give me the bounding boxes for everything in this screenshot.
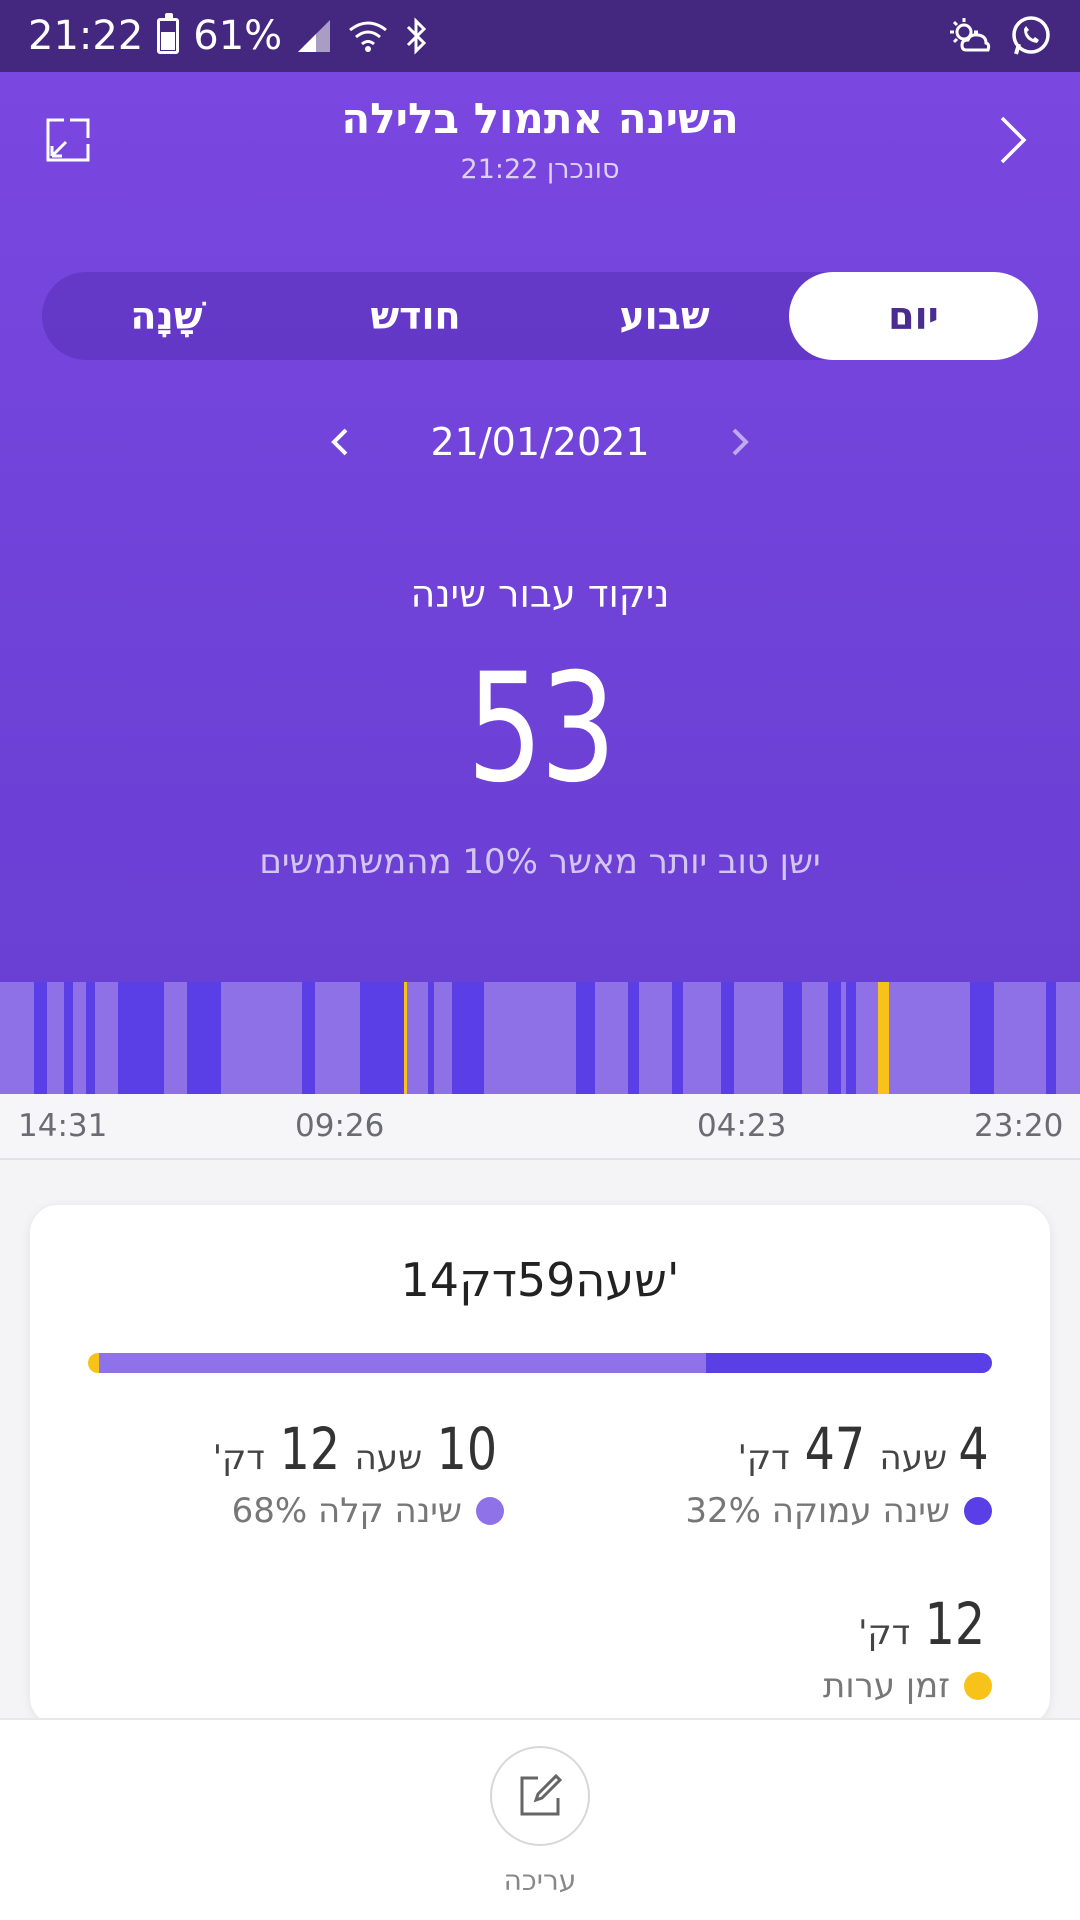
date-navigator: 21/01/2021 — [0, 412, 1080, 472]
timeline-axis: 14:31 09:26 04:23 23:20 — [0, 1094, 1080, 1160]
bottom-action-bar: עריכה — [0, 1718, 1080, 1920]
tab-month[interactable]: חודש — [291, 272, 540, 360]
light-hours: 10 — [436, 1415, 498, 1483]
chevron-right-icon — [1000, 116, 1027, 164]
light-hours-unit: שעה — [354, 1438, 423, 1478]
sleep-stage-timeline — [0, 982, 1080, 1094]
deep-sleep-stat: 4 שעה 47 דק' שינה עמוקה 32% — [685, 1415, 992, 1531]
deep-sleep-segment — [1046, 982, 1056, 1094]
deep-sleep-segment — [576, 982, 595, 1094]
deep-sleep-segment — [360, 982, 404, 1094]
deep-sleep-value: 4 שעה 47 דק' — [685, 1415, 992, 1483]
whatsapp-icon — [1010, 15, 1052, 57]
edit-label: עריכה — [503, 1864, 577, 1897]
timeline-label: 04:23 — [697, 1108, 787, 1144]
deep-hours-unit: שעה — [879, 1438, 948, 1478]
chevron-left-icon — [331, 428, 348, 456]
page-title: השינה אתמול בלילה — [341, 94, 739, 143]
bluetooth-icon — [404, 16, 430, 56]
sync-status: 21:22 סונכרן — [460, 154, 620, 185]
sleep-score-label: ניקוד עבור שינה — [410, 572, 670, 616]
chevron-right-icon — [732, 428, 749, 456]
sleep-summary-card: 14שעה59דק' 4 שעה 47 דק' שינה עמוקה 32% 1… — [30, 1205, 1050, 1725]
deep-sleep-segment — [187, 982, 221, 1094]
current-date: 21/01/2021 — [430, 420, 650, 464]
timeline-label: 09:26 — [295, 1108, 385, 1144]
battery-percent: 61% — [193, 13, 283, 59]
awake-segment — [88, 1353, 99, 1373]
deep-sleep-label: שינה עמוקה 32% — [685, 1491, 950, 1531]
deep-hours: 4 — [958, 1415, 989, 1483]
previous-date-button[interactable] — [320, 422, 360, 462]
total-sleep-duration: 14שעה59דק' — [400, 1253, 680, 1307]
deep-sleep-segment — [828, 982, 841, 1094]
sleep-hero: השינה אתמול בלילה 21:22 סונכרן יום שבוע … — [0, 72, 1080, 982]
deep-sleep-segment — [672, 982, 683, 1094]
awake-minutes-unit: דק' — [858, 1613, 911, 1653]
deep-minutes: 47 — [804, 1415, 865, 1483]
deep-sleep-segment — [302, 982, 315, 1094]
sleep-ratio-bar — [88, 1353, 992, 1373]
deep-sleep-segment — [86, 982, 95, 1094]
light-sleep-label-row: שינה קלה 68% — [213, 1491, 504, 1531]
deep-sleep-segment — [846, 982, 856, 1094]
score-comparison: ישן טוב יותר מאשר 10% מהמשתמשים — [259, 842, 821, 882]
light-sleep-stat: 10 שעה 12 דק' שינה קלה 68% — [213, 1415, 504, 1531]
deep-sleep-segment — [628, 982, 639, 1094]
deep-sleep-dot-icon — [964, 1497, 992, 1525]
wifi-icon — [346, 18, 390, 54]
edit-icon — [520, 1773, 563, 1816]
status-bar: 21:22 61% — [0, 0, 1080, 72]
awake-segment — [878, 982, 889, 1094]
awake-dot-icon — [964, 1672, 992, 1700]
awake-stat: 12 דק' זמן ערות — [823, 1590, 992, 1706]
timeline-label: 23:20 — [974, 1108, 1064, 1144]
light-sleep-label: שינה קלה 68% — [231, 1491, 462, 1531]
awake-label: זמן ערות — [822, 1666, 950, 1706]
deep-sleep-segment — [64, 982, 73, 1094]
next-date-button[interactable] — [720, 422, 760, 462]
edit-button[interactable] — [490, 1746, 590, 1846]
back-button[interactable] — [984, 112, 1040, 168]
awake-label-row: זמן ערות — [823, 1666, 992, 1706]
tab-year[interactable]: שָׁנָה — [42, 272, 291, 360]
light-minutes-unit: דק' — [212, 1438, 265, 1478]
timeline-label: 14:31 — [18, 1108, 108, 1144]
period-tabs: יום שבוע חודש שָׁנָה — [42, 272, 1038, 360]
deep-sleep-segment — [706, 1353, 992, 1373]
light-sleep-dot-icon — [476, 1497, 504, 1525]
deep-sleep-segment — [118, 982, 164, 1094]
sleep-score-value: 53 — [466, 642, 617, 816]
deep-sleep-segment — [460, 982, 484, 1094]
awake-value: 12 דק' — [823, 1590, 992, 1658]
status-left: 21:22 61% — [28, 13, 430, 59]
deep-sleep-segment — [34, 982, 47, 1094]
awake-minutes: 12 — [924, 1590, 986, 1658]
tab-week[interactable]: שבוע — [540, 272, 789, 360]
deep-sleep-label-row: שינה עמוקה 32% — [685, 1491, 992, 1531]
deep-sleep-segment — [783, 982, 802, 1094]
status-time: 21:22 — [28, 13, 144, 59]
awake-segment — [404, 982, 407, 1094]
status-right — [948, 15, 1052, 57]
tab-day[interactable]: יום — [789, 272, 1038, 360]
app-header: השינה אתמול בלילה 21:22 סונכרן — [0, 72, 1080, 212]
light-sleep-value: 10 שעה 12 דק' — [213, 1415, 504, 1483]
signal-icon — [296, 18, 332, 54]
deep-sleep-segment — [428, 982, 434, 1094]
deep-minutes-unit: דק' — [737, 1438, 790, 1478]
battery-icon — [157, 13, 180, 54]
light-sleep-segment — [98, 1353, 707, 1373]
weather-icon — [948, 16, 992, 56]
deep-sleep-segment — [721, 982, 734, 1094]
light-minutes: 12 — [279, 1415, 340, 1483]
deep-sleep-segment — [970, 982, 994, 1094]
